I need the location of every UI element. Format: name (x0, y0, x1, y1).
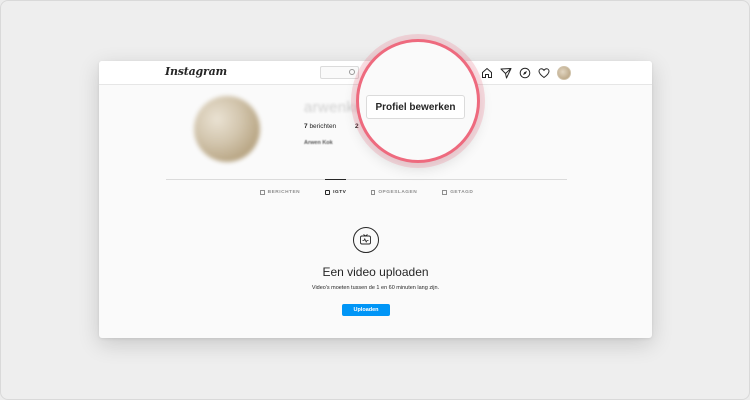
profile-picture[interactable] (194, 96, 260, 162)
tab-opgeslagen[interactable]: OPGESLAGEN (371, 180, 417, 198)
activity-heart-icon[interactable] (538, 67, 550, 79)
nav-icons (481, 66, 571, 80)
posts-count-value: 7 (304, 123, 308, 130)
tab-berichten[interactable]: BERICHTEN (259, 180, 301, 198)
tab-getagd[interactable]: GETAGD (442, 180, 473, 198)
search-input[interactable] (320, 66, 359, 79)
grid-icon (259, 190, 265, 195)
profile-full-name: Arwen Kok (304, 140, 333, 146)
posts-count-stat: 7 berichten (304, 123, 336, 130)
second-stat-value[interactable]: 2 (355, 123, 359, 130)
tab-label: OPGESLAGEN (378, 190, 418, 195)
posts-count-label: berichten (309, 123, 337, 130)
empty-state-title: Een video uploaden (322, 265, 429, 279)
igtv-upload-icon (353, 227, 379, 253)
profile-avatar-icon[interactable] (557, 66, 571, 80)
tag-icon (442, 190, 448, 195)
bookmark-icon (371, 190, 376, 195)
upload-button[interactable]: Uploaden (342, 304, 390, 316)
tab-label: GETAGD (450, 190, 474, 195)
edit-profile-button[interactable]: Profiel bewerken (366, 95, 465, 119)
home-icon[interactable] (481, 67, 493, 79)
empty-state-subtitle: Video's moeten tussen de 1 en 60 minuten… (311, 285, 440, 291)
direct-message-icon[interactable] (500, 67, 512, 79)
tab-label: BERICHTEN (267, 190, 301, 195)
instagram-logo[interactable]: Instagram (165, 65, 227, 78)
search-icon (349, 69, 355, 75)
tab-igtv[interactable]: IGTV (325, 179, 347, 198)
zoom-magnifier-callout: Profiel bewerken (356, 39, 480, 163)
profile-tabs: BERICHTEN IGTV OPGESLAGEN GETAGD (166, 179, 567, 198)
explore-icon[interactable] (519, 67, 531, 79)
igtv-icon (325, 190, 331, 195)
tab-label: IGTV (333, 190, 347, 195)
